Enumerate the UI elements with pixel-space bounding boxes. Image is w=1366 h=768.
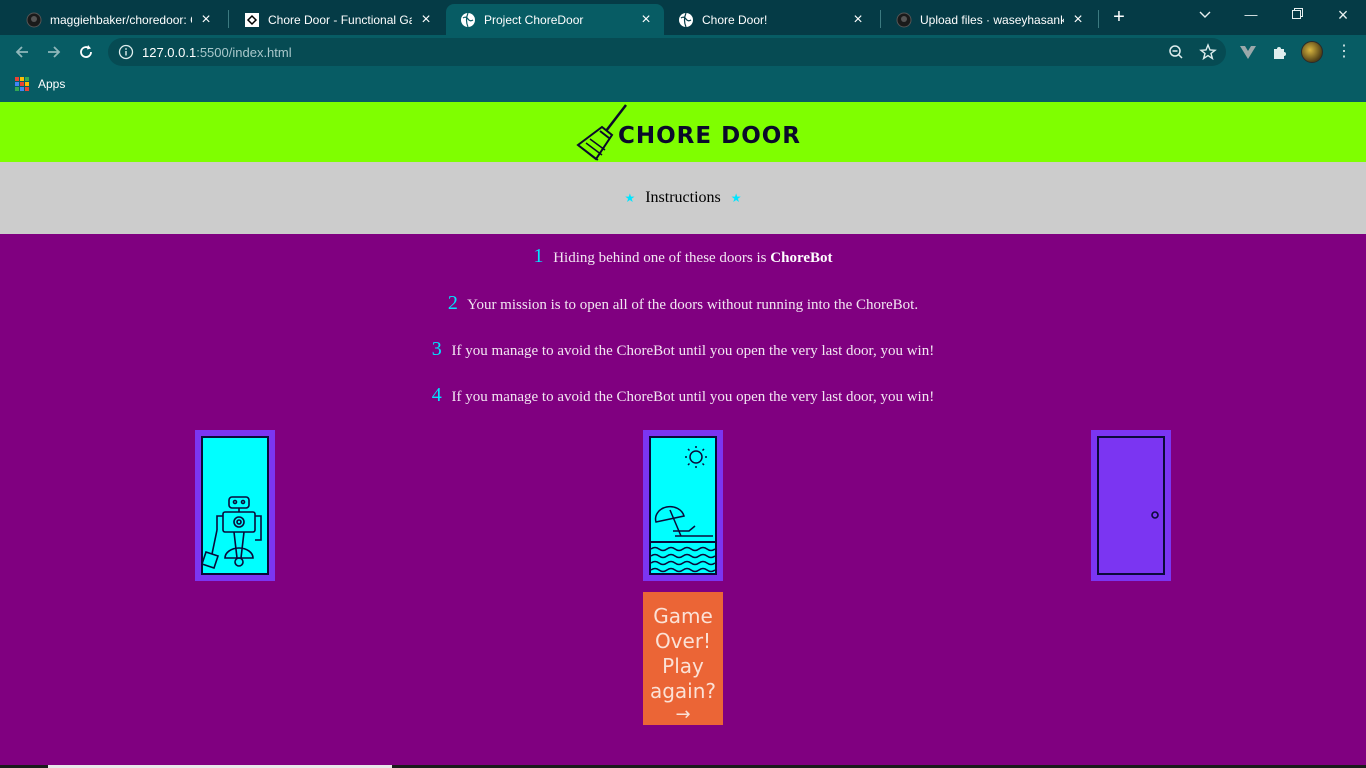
step-number: 1 [533, 245, 544, 267]
vue-devtools-icon[interactable] [1238, 42, 1258, 62]
forward-button[interactable] [42, 40, 66, 64]
tab-title: maggiehbaker/choredoor: Co [50, 12, 192, 27]
globe-icon [678, 12, 694, 28]
instruction-step: 3 If you manage to avoid the ChoreBot un… [0, 338, 1366, 361]
instruction-step: 4 If you manage to avoid the ChoreBot un… [0, 384, 1366, 407]
codecademy-icon [244, 12, 260, 28]
url-text: 127.0.0.1:5500/index.html [142, 45, 292, 60]
door-1-robot[interactable] [195, 430, 275, 581]
instructions-heading: ★ Instructions ★ [624, 189, 742, 206]
apps-shortcut[interactable]: Apps [15, 77, 65, 91]
step-number: 4 [431, 384, 442, 406]
step-text: Your mission is to open all of the doors… [467, 297, 919, 313]
tab-title: Project ChoreDoor [484, 12, 584, 27]
browser-menu-icon[interactable]: ⋮ [1336, 41, 1352, 63]
profile-avatar[interactable] [1301, 41, 1323, 63]
reload-button[interactable] [74, 40, 98, 64]
play-again-button[interactable]: Game Over! Play again? → [643, 592, 723, 725]
step-number: 3 [431, 338, 442, 360]
step-number: 2 [447, 292, 458, 314]
tab-close-icon[interactable]: × [1070, 11, 1086, 28]
browser-toolbar: 127.0.0.1:5500/index.html ⋮ [0, 35, 1366, 69]
star-icon: ★ [624, 191, 636, 205]
tab-separator [228, 10, 229, 28]
step-text: If you manage to avoid the ChoreBot unti… [451, 389, 935, 405]
tab-chore-door[interactable]: Chore Door! × [664, 4, 876, 35]
apps-label: Apps [38, 77, 66, 91]
tab-title: Chore Door - Functional Gam [268, 12, 412, 27]
tab-close-icon[interactable]: × [638, 11, 654, 28]
play-again-label: Game Over! Play again? [649, 604, 717, 703]
close-window-button[interactable]: × [1331, 4, 1355, 26]
tab-separator [880, 10, 881, 28]
extensions-puzzle-icon[interactable] [1270, 42, 1290, 62]
minimize-button[interactable]: — [1239, 4, 1263, 26]
tab-upload-files[interactable]: Upload files · waseyhasankha × [882, 4, 1096, 35]
instruction-step: 2 Your mission is to open all of the doo… [0, 292, 1366, 315]
door-3-closed[interactable] [1091, 430, 1171, 581]
tab-project-choredoor[interactable]: Project ChoreDoor × [446, 4, 664, 35]
bookmarks-bar: Apps [0, 69, 1366, 102]
github-icon [26, 12, 42, 28]
door-2-beach[interactable] [643, 430, 723, 581]
arrow-right-icon: → [675, 704, 691, 725]
browser-tab-strip: maggiehbaker/choredoor: Co × Chore Door … [0, 0, 1366, 35]
zoom-icon[interactable] [1166, 42, 1186, 62]
back-button[interactable] [10, 40, 34, 64]
site-info-icon[interactable] [118, 44, 134, 60]
new-tab-button[interactable]: + [1108, 6, 1130, 28]
step-text: If you manage to avoid the ChoreBot unti… [451, 343, 935, 359]
page-title: CHORE DOOR [618, 123, 802, 149]
tab-close-icon[interactable]: × [418, 11, 434, 28]
tab-separator [1098, 10, 1099, 28]
address-bar[interactable]: 127.0.0.1:5500/index.html [108, 38, 1226, 66]
tab-title: Upload files · waseyhasankha [920, 12, 1064, 27]
tab-codecademy[interactable]: Chore Door - Functional Gam × [230, 4, 444, 35]
site-header: CHORE DOOR [0, 102, 1366, 162]
instruction-step: 1 Hiding behind one of these doors is Ch… [0, 245, 1366, 268]
instructions-bar: ★ Instructions ★ [0, 162, 1366, 234]
tab-github-choredoor[interactable]: maggiehbaker/choredoor: Co × [12, 4, 224, 35]
star-icon: ★ [730, 191, 742, 205]
step-text: Hiding behind one of these doors is [553, 250, 771, 266]
github-icon [896, 12, 912, 28]
tab-title: Chore Door! [702, 12, 768, 27]
bookmark-star-icon[interactable] [1198, 42, 1218, 62]
maximize-button[interactable] [1285, 4, 1309, 26]
globe-icon [460, 12, 476, 28]
tab-close-icon[interactable]: × [198, 11, 214, 28]
tab-close-icon[interactable]: × [850, 11, 866, 28]
step-bold-text: ChoreBot [770, 250, 833, 266]
apps-grid-icon [15, 77, 29, 91]
tab-search-chevron-icon[interactable] [1193, 4, 1217, 26]
